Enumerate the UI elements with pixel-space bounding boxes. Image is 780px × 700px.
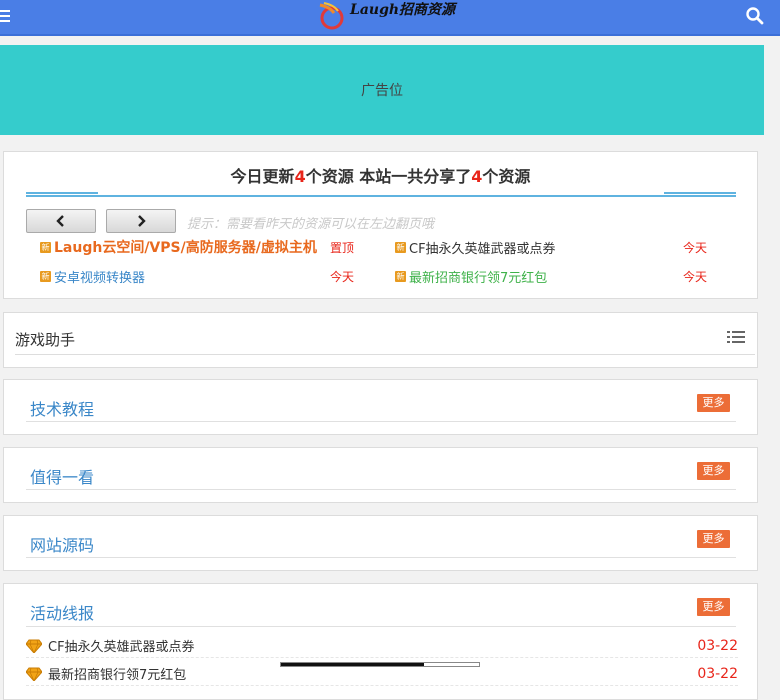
updates-title-prefix: 今日更新 [230,167,295,186]
update-item-tag: 今天 [329,269,354,284]
tutorial-divider [26,421,736,422]
new-badge-icon: 新 [395,241,406,253]
update-item-tag: 今天 [682,240,707,255]
activity-item-title: 最新招商银行领7元红包 [48,668,187,683]
source-divider [26,557,736,558]
game-helper-title[interactable]: 游戏助手 [15,329,75,350]
search-icon[interactable] [744,5,766,27]
worth-panel: 值得一看 更多 [3,447,758,503]
list-icon[interactable] [727,330,745,344]
activity-item-date: 03-22 [697,665,738,682]
updates-divider [26,192,736,197]
update-item-title: CF抽永久英雄武器或点券 [409,241,556,257]
activity-item-date: 03-22 [697,637,738,654]
update-item[interactable]: 新 最新招商银行领7元红包 今天 [395,265,707,287]
worth-title[interactable]: 值得一看 [30,464,94,488]
source-more-button[interactable]: 更多 [697,530,730,548]
logo-text: Laugh招商资源 [350,2,456,18]
update-item-tag: 置顶 [329,240,354,255]
chevron-left-icon [56,215,64,227]
update-item[interactable]: 新 Laugh云空间/VPS/高防服务器/虚拟主机 置顶 [40,236,354,258]
activity-item-title: CF抽永久英雄武器或点券 [48,640,195,655]
update-item-title: Laugh云空间/VPS/高防服务器/虚拟主机 [54,240,317,256]
prev-page-button[interactable] [26,209,96,233]
updates-title: 今日更新4个资源 本站一共分享了4个资源 [4,163,757,187]
updates-hint: 提示：需要看昨天的资源可以在左边翻页哦 [187,217,435,232]
ad-label: 广告位 [361,83,403,99]
chevron-right-icon [138,215,146,227]
top-navbar: Laugh招商资源 [0,0,780,36]
game-helper-panel: 游戏助手 [3,312,758,368]
updates-title-mid: 个资源 本站一共分享了 [305,167,472,186]
update-item-tag: 今天 [682,269,707,284]
update-item-title: 安卓视频转换器 [54,270,146,286]
activity-panel: 活动线报 更多 CF抽永久英雄武器或点券 03-22 最新招商银行领7元红包 0… [3,583,758,700]
updates-title-suffix: 个资源 [482,167,531,186]
diamond-icon [26,639,42,653]
tutorial-title[interactable]: 技术教程 [30,396,94,420]
horizontal-scrollbar[interactable] [280,662,480,667]
update-item[interactable]: 新 安卓视频转换器 今天 [40,265,354,287]
activity-more-button[interactable]: 更多 [697,598,730,616]
activity-item[interactable]: CF抽永久英雄武器或点券 03-22 [26,634,738,658]
update-item[interactable]: 新 CF抽永久英雄武器或点券 今天 [395,236,707,258]
source-panel: 网站源码 更多 [3,515,758,571]
worth-divider [26,489,736,490]
menu-icon[interactable] [0,6,14,28]
new-badge-icon: 新 [395,270,406,282]
diamond-icon [26,667,42,681]
today-count: 4 [294,167,306,186]
new-badge-icon: 新 [40,270,51,282]
page: Laugh招商资源 广告位 今日更新4个资源 本站一共分享了4个资源 提示：需要… [0,0,780,700]
activity-divider [26,626,736,627]
source-title[interactable]: 网站源码 [30,532,94,556]
ad-banner[interactable]: 广告位 [0,45,764,135]
activity-title[interactable]: 活动线报 [30,600,94,624]
update-item-title: 最新招商银行领7元红包 [409,270,548,286]
tutorial-more-button[interactable]: 更多 [697,394,730,412]
next-page-button[interactable] [106,209,176,233]
site-logo[interactable]: Laugh招商资源 [316,0,455,32]
scrollbar-thumb[interactable] [281,663,424,666]
updates-panel: 今日更新4个资源 本站一共分享了4个资源 提示：需要看昨天的资源可以在左边翻页哦… [3,151,758,299]
worth-more-button[interactable]: 更多 [697,462,730,480]
logo-mark-icon [319,2,344,30]
total-count: 4 [471,167,483,186]
new-badge-icon: 新 [40,241,51,253]
tutorial-panel: 技术教程 更多 [3,379,758,435]
game-helper-divider [15,354,755,355]
